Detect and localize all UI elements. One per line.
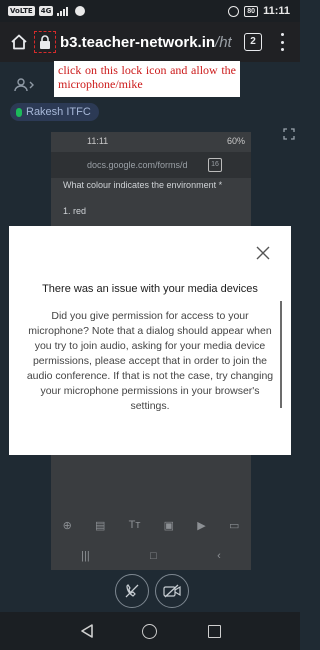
presenter-name: Rakesh ITFC <box>26 106 91 118</box>
home-button-icon: □ <box>150 550 157 562</box>
shared-url: docs.google.com/forms/d <box>87 160 188 170</box>
shared-time: 11:11 <box>87 136 109 146</box>
lock-icon[interactable] <box>34 31 56 53</box>
presenter-badge: Rakesh ITFC <box>10 103 99 121</box>
clock: 11:11 <box>263 5 290 17</box>
network-badge: 4G <box>38 6 54 16</box>
call-controls <box>0 574 300 610</box>
video-icon: ▶ <box>197 519 206 532</box>
fullscreen-icon[interactable] <box>283 128 295 140</box>
shared-tab-count: 16 <box>208 158 222 172</box>
recents-icon: ||| <box>81 550 90 562</box>
address-bar[interactable]: b3.teacher-network.in/html5cl <box>60 34 232 51</box>
home-icon[interactable] <box>8 31 30 53</box>
shared-option: 1. red <box>63 206 87 216</box>
image-icon: ▣ <box>163 519 175 532</box>
volte-badge: VoLTE <box>8 6 35 16</box>
status-bar: VoLTE 4G 80 11:11 <box>0 0 300 22</box>
home-button-icon[interactable] <box>142 624 157 639</box>
close-icon[interactable] <box>254 244 272 262</box>
media-device-error-dialog: There was an issue with your media devic… <box>9 226 291 455</box>
kebab-menu-icon[interactable] <box>279 33 285 51</box>
annotation-note: click on this lock icon and allow the mi… <box>54 61 240 97</box>
url-path: /html5cl <box>215 34 232 51</box>
system-nav-bar <box>0 612 300 650</box>
shared-question: What colour indicates the environment * <box>63 180 223 190</box>
tab-switcher-button[interactable]: 2 <box>244 33 262 51</box>
battery-icon: 80 <box>244 5 259 17</box>
text-icon: Tт <box>128 519 141 531</box>
shared-url-bar: docs.google.com/forms/d 16 <box>51 152 251 178</box>
dialog-title: There was an issue with your media devic… <box>42 283 258 295</box>
add-icon: ⊕ <box>62 519 72 532</box>
users-list-icon[interactable] <box>14 78 36 95</box>
back-icon: ‹ <box>217 550 221 562</box>
import-icon: ▤ <box>95 519 106 532</box>
back-icon[interactable] <box>80 624 94 643</box>
signal-icon <box>57 6 71 16</box>
shared-status-bar: 11:11 60% <box>51 132 251 150</box>
video-camera-button[interactable] <box>155 574 189 608</box>
shared-battery: 60% <box>226 136 245 146</box>
shared-nav-bar: ||| □ ‹ <box>51 542 251 570</box>
dialog-message: Did you give permission for access to yo… <box>26 310 274 412</box>
notification-icon <box>75 6 86 16</box>
shared-form-toolbar: ⊕ ▤ Tт ▣ ▶ ▭ <box>51 511 251 539</box>
recents-icon[interactable] <box>208 625 221 638</box>
url-domain: b3.teacher-network.in <box>60 34 216 51</box>
browser-toolbar: b3.teacher-network.in/html5cl 2 <box>0 22 300 62</box>
audio-button[interactable] <box>115 574 149 608</box>
dialog-scrollbar[interactable] <box>280 301 282 408</box>
microphone-icon <box>16 107 22 117</box>
section-icon: ▭ <box>228 519 240 532</box>
alarm-icon <box>228 5 240 17</box>
